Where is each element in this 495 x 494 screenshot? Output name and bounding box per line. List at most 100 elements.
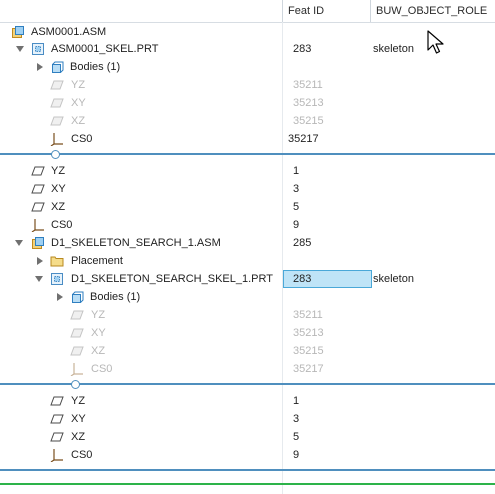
tree-row-datum-plane[interactable]: YZ 35211: [0, 76, 495, 94]
tree-row-label: XZ: [71, 431, 86, 443]
feat-id-cell: 3: [293, 183, 300, 195]
tree-row-label: CS0: [71, 449, 93, 461]
tree-row-datum-plane[interactable]: XZ 35215: [0, 112, 495, 130]
expand-arrow-icon[interactable]: [16, 46, 24, 52]
feat-id-cell: 285: [293, 237, 312, 249]
feat-id-cell: 9: [293, 219, 300, 231]
tree-row-label: D1_SKELETON_SEARCH_1.ASM: [51, 237, 221, 249]
column-header-bar: Feat ID BUW_OBJECT_ROLE: [0, 0, 495, 23]
datum-plane-icon: [70, 328, 84, 338]
feat-id-cell: 35215: [293, 115, 324, 127]
column-header-divider[interactable]: [282, 0, 283, 22]
tree-row-datum-plane[interactable]: XZ 5: [0, 428, 495, 446]
tree-row-datum-plane[interactable]: XY 3: [0, 410, 495, 428]
tree-row-bodies[interactable]: Bodies (1): [0, 288, 495, 306]
coordinate-system-icon: [50, 133, 63, 146]
coordinate-system-icon: [70, 363, 83, 376]
feat-id-cell: 35217: [288, 133, 319, 145]
tree-row-label: ASM0001_SKEL.PRT: [51, 43, 159, 55]
tree-row-datum-plane[interactable]: YZ 1: [0, 162, 495, 180]
datum-plane-icon: [50, 396, 64, 406]
tree-row-asm0001-skel[interactable]: ASM0001_SKEL.PRT 283 skeleton: [0, 40, 495, 58]
tree-row-label: XZ: [71, 115, 86, 127]
feat-id-cell: 5: [293, 201, 300, 213]
feat-id-cell: 35211: [293, 79, 323, 91]
insert-here-handle[interactable]: [51, 150, 60, 159]
tree-row-label: CS0: [51, 219, 73, 231]
datum-plane-icon: [70, 346, 84, 356]
coordinate-system-icon: [31, 219, 44, 232]
coordinate-system-icon: [50, 449, 63, 462]
datum-plane-icon: [31, 166, 45, 176]
assembly-icon: [12, 26, 24, 38]
tree-row-datum-plane[interactable]: XZ 35215: [0, 342, 495, 360]
datum-plane-icon: [31, 184, 45, 194]
feat-id-cell: 1: [293, 395, 300, 407]
tree-row-label: D1_SKELETON_SEARCH_SKEL_1.PRT: [71, 273, 273, 285]
tree-row-csys[interactable]: CS0 9: [0, 216, 495, 234]
assembly-icon: [32, 237, 44, 249]
skeleton-part-icon: [51, 273, 63, 285]
feat-id-cell: 35213: [293, 97, 324, 109]
feat-id-cell: 35217: [293, 363, 324, 375]
datum-plane-icon: [31, 202, 45, 212]
tree-row-label: ASM0001.ASM: [31, 26, 107, 38]
bodies-icon: [52, 61, 64, 73]
tree-row-csys[interactable]: CS0 35217: [0, 360, 495, 378]
tree-row-bodies[interactable]: Bodies (1): [0, 58, 495, 76]
datum-plane-icon: [50, 80, 64, 90]
tree-row-label: XY: [51, 183, 66, 195]
tree-row-label: XZ: [91, 345, 106, 357]
role-cell: skeleton: [373, 273, 414, 285]
feat-id-cell: 35213: [293, 327, 324, 339]
tree-row-label: YZ: [71, 395, 86, 407]
feat-id-cell: 3: [293, 413, 300, 425]
column-header-feat-id[interactable]: Feat ID: [288, 0, 324, 22]
tree-row-datum-plane[interactable]: XY 3: [0, 180, 495, 198]
tree-row-label: YZ: [51, 165, 66, 177]
column-header-divider[interactable]: [370, 0, 371, 22]
skeleton-part-icon: [32, 43, 44, 55]
datum-plane-icon: [50, 98, 64, 108]
tree-row-asm0001[interactable]: ASM0001.ASM: [0, 23, 495, 41]
role-cell: skeleton: [373, 43, 414, 55]
collapse-arrow-icon[interactable]: [57, 293, 63, 301]
model-tree: Feat ID BUW_OBJECT_ROLE ASM0001.ASM ASM0…: [0, 0, 495, 494]
tree-row-d1-skeleton-search-asm[interactable]: D1_SKELETON_SEARCH_1.ASM 285: [0, 234, 495, 252]
datum-plane-icon: [70, 310, 84, 320]
column-header-buw-object-role[interactable]: BUW_OBJECT_ROLE: [376, 0, 487, 22]
datum-plane-icon: [50, 116, 64, 126]
feat-id-cell: 283: [293, 273, 312, 285]
tree-row-label: XY: [71, 97, 86, 109]
tree-row-label: CS0: [91, 363, 113, 375]
insert-here-line[interactable]: [0, 469, 495, 471]
collapse-arrow-icon[interactable]: [37, 63, 43, 71]
tree-row-datum-plane[interactable]: XZ 5: [0, 198, 495, 216]
mouse-cursor-icon: [427, 30, 444, 54]
tree-row-label: XY: [91, 327, 106, 339]
tree-row-d1-skeleton-search-skel[interactable]: D1_SKELETON_SEARCH_SKEL_1.PRT 283 skelet…: [0, 270, 495, 288]
feat-id-cell: 5: [293, 431, 300, 443]
tree-row-datum-plane[interactable]: XY 35213: [0, 94, 495, 112]
tree-row-datum-plane[interactable]: YZ 1: [0, 392, 495, 410]
tree-row-csys[interactable]: CS0 35217: [0, 130, 495, 148]
feat-id-cell: 35211: [293, 309, 323, 321]
tree-row-datum-plane[interactable]: XY 35213: [0, 324, 495, 342]
tree-row-datum-plane[interactable]: YZ 35211: [0, 306, 495, 324]
feat-id-cell: 1: [293, 165, 300, 177]
tree-row-label: Placement: [71, 255, 123, 267]
insert-here-line[interactable]: [0, 153, 495, 155]
placement-folder-icon: [50, 256, 64, 267]
tree-row-label: XY: [71, 413, 86, 425]
insert-here-handle[interactable]: [71, 380, 80, 389]
tree-row-label: YZ: [91, 309, 106, 321]
tree-row-label: Bodies (1): [70, 61, 121, 73]
feat-id-cell: 9: [293, 449, 300, 461]
feat-id-cell: 35215: [293, 345, 324, 357]
tree-row-csys[interactable]: CS0 9: [0, 446, 495, 464]
tree-row-placement[interactable]: Placement: [0, 252, 495, 270]
expand-arrow-icon[interactable]: [35, 276, 43, 282]
collapse-arrow-icon[interactable]: [37, 257, 43, 265]
tree-row-label: Bodies (1): [90, 291, 141, 303]
expand-arrow-icon[interactable]: [15, 240, 23, 246]
